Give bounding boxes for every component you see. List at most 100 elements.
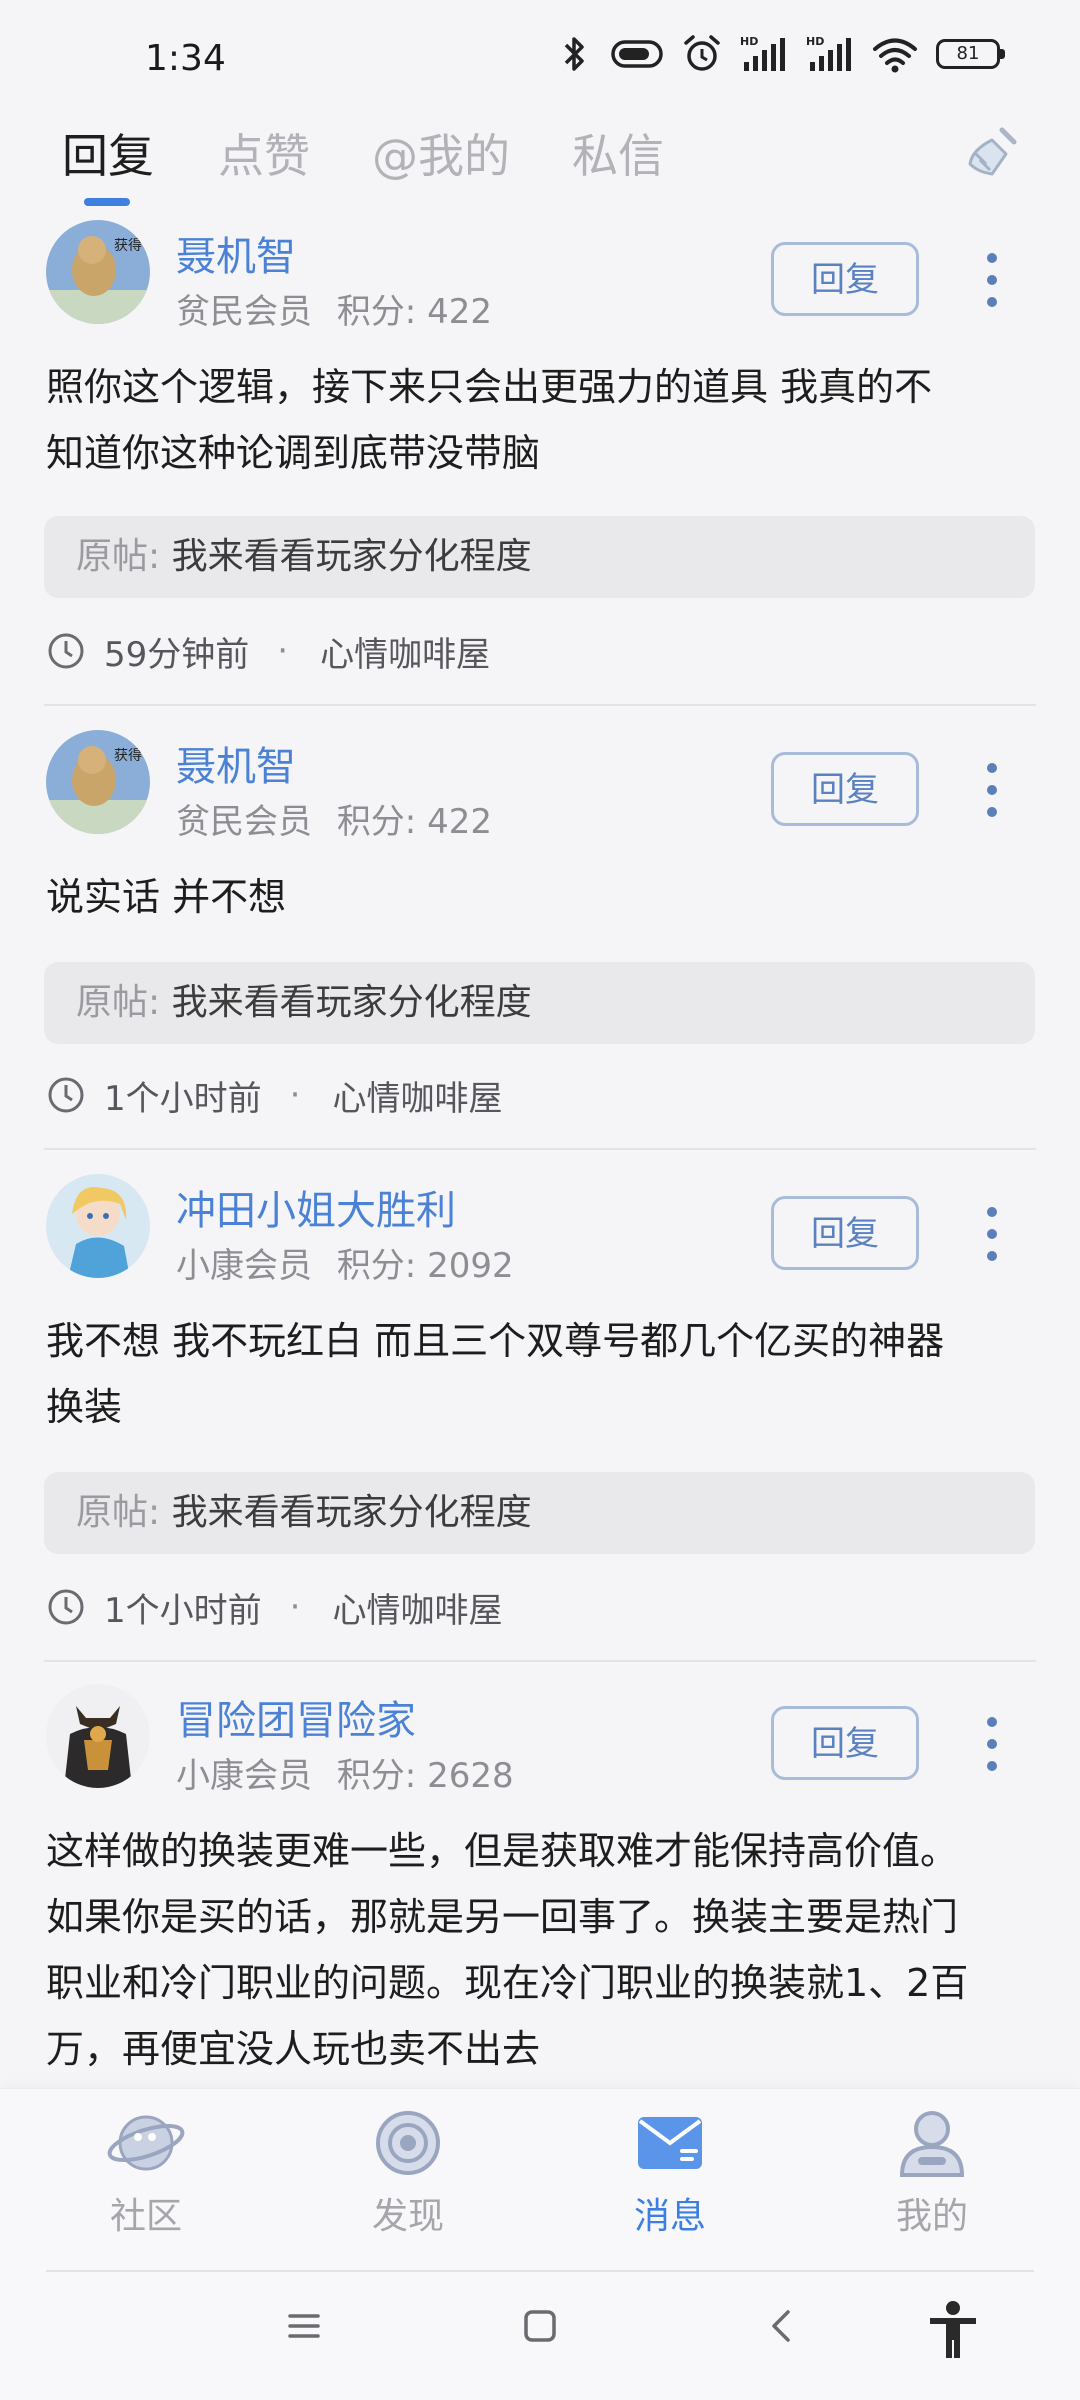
clock-icon bbox=[48, 633, 84, 669]
status-time: 1:34 bbox=[145, 38, 226, 79]
username[interactable]: 聂机智 bbox=[176, 224, 296, 282]
nav-community[interactable]: 社区 bbox=[46, 2105, 246, 2239]
nav-label: 我的 bbox=[895, 2196, 968, 2237]
divider bbox=[44, 704, 1036, 706]
nav-messages[interactable]: 消息 bbox=[570, 2105, 770, 2239]
original-post-quote[interactable]: 原帖: 我来看看玩家分化程度 bbox=[44, 1472, 1035, 1554]
original-post-quote[interactable]: 原帖: 我来看看玩家分化程度 bbox=[44, 962, 1035, 1044]
menu-icon[interactable] bbox=[286, 2308, 322, 2344]
status-bar: 1:34 HD HD 81 bbox=[0, 0, 1080, 120]
discover-icon bbox=[376, 2111, 440, 2175]
back-icon[interactable] bbox=[764, 2308, 800, 2344]
signal-hd-icon-2: HD bbox=[806, 35, 851, 71]
original-post-quote[interactable]: 原帖: 我来看看玩家分化程度 bbox=[44, 516, 1035, 598]
vibrate-toggle-icon bbox=[611, 40, 663, 68]
reply-card: 获得 聂机智 贫民会员 积分: 422 回复 说实话 并不想 原帖: 我来看看玩… bbox=[0, 730, 1080, 1216]
nav-discover[interactable]: 发现 bbox=[308, 2105, 508, 2239]
quote-text: 我来看看玩家分化程度 bbox=[171, 1492, 532, 1533]
reply-content: 我不想 我不玩红白 而且三个双尊号都几个亿买的神器 换装 bbox=[46, 1319, 945, 1429]
reply-content: 这样做的换装更难一些，但是获取难才能保持高价值。 如果你是买的话，那就是另一回事… bbox=[46, 1829, 969, 2071]
reply-button[interactable]: 回复 bbox=[771, 752, 919, 826]
avatar[interactable] bbox=[46, 1684, 150, 1788]
forum-name[interactable]: 心情咖啡屋 bbox=[320, 627, 490, 676]
svg-text:获得: 获得 bbox=[114, 237, 142, 254]
quote-text: 我来看看玩家分化程度 bbox=[171, 536, 532, 577]
svg-text:获得: 获得 bbox=[114, 747, 142, 764]
tab-mentions[interactable]: @我的 bbox=[372, 120, 510, 186]
forum-name[interactable]: 心情咖啡屋 bbox=[332, 1583, 502, 1632]
nav-label: 社区 bbox=[109, 2196, 182, 2237]
svg-text:HD: HD bbox=[740, 35, 758, 48]
reply-button[interactable]: 回复 bbox=[771, 242, 919, 316]
reply-footer: 59分钟前 · 心情咖啡屋 bbox=[46, 626, 490, 676]
username[interactable]: 聂机智 bbox=[176, 734, 296, 792]
svg-text:HD: HD bbox=[806, 35, 824, 48]
points: 积分: 2628 bbox=[336, 1756, 514, 1796]
member-rank: 贫民会员 bbox=[176, 292, 312, 332]
avatar[interactable]: 获得 bbox=[46, 220, 150, 324]
tab-replies[interactable]: 回复 bbox=[62, 120, 154, 186]
avatar[interactable]: 获得 bbox=[46, 730, 150, 834]
points: 积分: 422 bbox=[336, 292, 492, 332]
tab-private-messages[interactable]: 私信 bbox=[572, 120, 664, 186]
reply-card: 冲田小姐大胜利 小康会员 积分: 2092 回复 我不想 我不玩红白 而且三个双… bbox=[0, 1174, 1080, 1674]
battery-indicator: 81 bbox=[936, 39, 1005, 69]
forum-name[interactable]: 心情咖啡屋 bbox=[332, 1071, 502, 1120]
status-icons: HD HD 81 bbox=[558, 34, 1005, 74]
message-tabs: 回复 点赞 @我的 私信 bbox=[0, 110, 1080, 210]
signal-hd-icon-1: HD bbox=[740, 35, 785, 71]
quote-prefix: 原帖: bbox=[76, 1492, 172, 1533]
separator-dot: · bbox=[289, 1075, 301, 1115]
clock-icon bbox=[48, 1077, 84, 1113]
tab-likes[interactable]: 点赞 bbox=[218, 120, 310, 186]
member-rank: 小康会员 bbox=[176, 1756, 312, 1796]
planet-icon bbox=[107, 2115, 185, 2171]
reply-time: 1个小时前 bbox=[104, 1590, 262, 1631]
clear-broom-icon[interactable] bbox=[962, 124, 1020, 182]
accessibility-icon[interactable] bbox=[926, 2300, 980, 2360]
member-rank: 小康会员 bbox=[176, 1246, 312, 1286]
nav-label: 消息 bbox=[633, 2196, 706, 2237]
nav-profile[interactable]: 我的 bbox=[832, 2105, 1032, 2239]
bluetooth-icon bbox=[564, 37, 584, 71]
reply-footer: 1个小时前 · 心情咖啡屋 bbox=[46, 1582, 502, 1632]
more-options-icon[interactable] bbox=[970, 758, 1014, 822]
reply-time: 1个小时前 bbox=[104, 1078, 262, 1119]
reply-card: 获得 聂机智 贫民会员 积分: 422 回复 照你这个逻辑，接下来只会出更强力的… bbox=[0, 220, 1080, 706]
points: 积分: 2092 bbox=[336, 1246, 514, 1286]
username[interactable]: 冲田小姐大胜利 bbox=[176, 1178, 456, 1236]
reply-content: 照你这个逻辑，接下来只会出更强力的道具 我真的不 知道你这种论调到底带没带脑 bbox=[46, 365, 933, 475]
quote-prefix: 原帖: bbox=[76, 536, 172, 577]
bottom-navigation: 社区 发现 消息 我的 bbox=[0, 2088, 1080, 2271]
reply-time: 59分钟前 bbox=[104, 634, 250, 675]
username[interactable]: 冒险团冒险家 bbox=[176, 1688, 416, 1746]
member-rank: 贫民会员 bbox=[176, 802, 312, 842]
avatar[interactable] bbox=[46, 1174, 150, 1278]
reply-content: 说实话 并不想 bbox=[46, 875, 287, 919]
profile-icon bbox=[899, 2111, 965, 2177]
divider bbox=[44, 1660, 1036, 1662]
wifi-icon bbox=[873, 38, 917, 73]
clock-icon bbox=[48, 1589, 84, 1625]
user-meta: 小康会员 积分: 2092 bbox=[176, 1238, 514, 1287]
user-meta: 小康会员 积分: 2628 bbox=[176, 1748, 514, 1797]
more-options-icon[interactable] bbox=[970, 1202, 1014, 1266]
points: 积分: 422 bbox=[336, 802, 492, 842]
more-options-icon[interactable] bbox=[970, 1712, 1014, 1776]
quote-prefix: 原帖: bbox=[76, 982, 172, 1023]
more-options-icon[interactable] bbox=[970, 248, 1014, 312]
user-meta: 贫民会员 积分: 422 bbox=[176, 284, 492, 333]
user-meta: 贫民会员 积分: 422 bbox=[176, 794, 492, 843]
system-navigation-bar bbox=[0, 2270, 1080, 2400]
reply-button[interactable]: 回复 bbox=[771, 1706, 919, 1780]
active-tab-indicator bbox=[84, 198, 130, 206]
reply-button[interactable]: 回复 bbox=[771, 1196, 919, 1270]
home-icon[interactable] bbox=[522, 2308, 558, 2344]
reply-footer: 1个小时前 · 心情咖啡屋 bbox=[46, 1070, 502, 1120]
nav-label: 发现 bbox=[371, 2196, 444, 2237]
divider bbox=[44, 1148, 1036, 1150]
quote-text: 我来看看玩家分化程度 bbox=[171, 982, 532, 1023]
divider bbox=[46, 2270, 1034, 2272]
mail-icon bbox=[638, 2117, 702, 2169]
reply-feed: 获得 聂机智 贫民会员 积分: 422 回复 照你这个逻辑，接下来只会出更强力的… bbox=[0, 210, 1080, 2090]
